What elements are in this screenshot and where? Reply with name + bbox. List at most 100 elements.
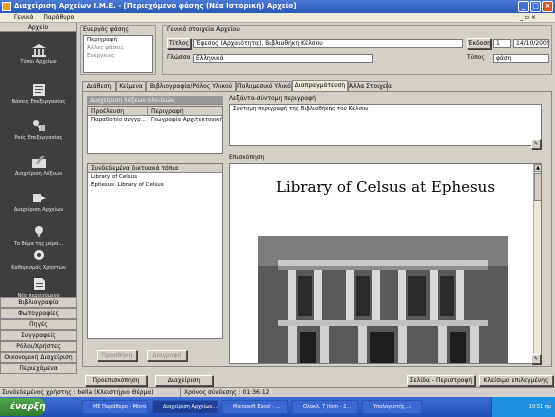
add-button[interactable]: Προσθήκη <box>97 350 137 361</box>
pen-book-icon <box>31 156 46 168</box>
taskbar-item[interactable]: Διαχείριση Αρχείων... <box>152 400 218 414</box>
start-button[interactable]: έναρξη <box>0 398 46 416</box>
tab-bibliography[interactable]: Βιβλιογραφία/Ρόλος Υλικού <box>146 81 236 91</box>
sidebar-button-photos[interactable]: Φωτογραφίες <box>0 308 77 319</box>
sidebar: Αρχείο Τύποι Αρχείων Βάσεις Επεξεργασίας… <box>0 23 77 374</box>
type-label: Τύπος <box>467 54 485 61</box>
column-header[interactable]: Προέλευση <box>88 107 148 116</box>
window-title: Διαχείριση Αρχείων I.M.E. - [Περιεχόμενο… <box>14 2 297 10</box>
general-info-header: Γενικά στοιχεία Αρχείου <box>167 26 240 33</box>
version-button[interactable]: Έκδοση <box>467 38 491 49</box>
date-field[interactable]: 14/10/2005 <box>513 39 549 48</box>
scroll-thumb[interactable] <box>534 173 541 201</box>
sidebar-button-bibliography[interactable]: Βιβλιογραφία <box>0 297 77 308</box>
preview-file-button[interactable]: Προεπισκόπηση Αρχείου <box>85 375 147 393</box>
clock[interactable]: 10:51 πμ <box>529 404 551 410</box>
menu-window[interactable]: Παράθυρο <box>43 14 74 21</box>
flow-icon <box>32 120 45 131</box>
maximize-button[interactable]: □ <box>530 1 541 12</box>
sidebar-item-word-management[interactable]: Διαχείριση Λέξεων <box>0 155 77 177</box>
taskbar-item[interactable]: Υπολογιστής...: <box>362 400 422 414</box>
sidebar-item-label: Καθορισμός Χρηστών <box>11 265 66 271</box>
table-cell: Παραδοτέο συγγρ... <box>91 117 146 123</box>
preview-title: Library of Celsus at Ephesus <box>275 178 496 196</box>
mdi-controls[interactable]: _ ▫ × <box>520 13 536 23</box>
taskbar: έναρξη ΜΕ Παράθυρο - Micro... Διαχείριση… <box>0 397 555 417</box>
page-rotate-button[interactable]: Σελίδα - Περιστροφή <box>407 375 475 386</box>
list-item[interactable]: Περιγραφή <box>84 36 152 44</box>
html-preview[interactable]: Library of Celsus at Ephesus ▲ <box>229 163 542 364</box>
sidebar-item-label: Διαχείριση Λέξεων <box>14 171 63 177</box>
title-field[interactable]: Έφεσος (Αρχαιότητα), Βιβλιοθήκη Κέλσου <box>193 39 463 48</box>
list-item[interactable]: Library of Celsus <box>88 173 222 181</box>
sidebar-button-contents[interactable]: Περιεχόμενα <box>0 363 77 374</box>
close-button[interactable]: × <box>542 1 553 12</box>
short-description-text: Σύντομη περιγραφή της Βιβλιοθήκης του Κέ… <box>233 106 369 112</box>
sidebar-item-processing-bases[interactable]: Βάσεις Επεξεργασίας <box>0 83 77 105</box>
sidebar-button-authors[interactable]: Συγγραφείς <box>0 330 77 341</box>
general-info-group: Γενικά στοιχεία Αρχείου Τίτλος Έφεσος (Α… <box>162 25 552 75</box>
description-label: Επισκόπηση <box>229 154 265 161</box>
tab-negotiation[interactable]: Διαπραγμάτευση <box>292 80 348 91</box>
phase-group: Ενεργός φάσης Περιγραφή Άλλες φάσεις Ενέ… <box>80 25 156 75</box>
tab-multimedia[interactable]: Πολυμεσικό Υλικό <box>236 81 292 91</box>
edit-icon[interactable]: ✎ <box>531 139 541 149</box>
delete-button[interactable]: Διαγραφή <box>147 350 187 361</box>
taskbar-item[interactable]: ΜΕ Παράθυρο - Micro... <box>82 400 148 414</box>
sidebar-button-sources[interactable]: Πηγές <box>0 319 77 330</box>
sidebar-button-financial[interactable]: Οικονομική Διαχείριση <box>0 352 77 363</box>
language-field[interactable]: Ελληνικά <box>193 54 373 63</box>
phase-list[interactable]: Περιγραφή Άλλες φάσεις Ενέργειες <box>83 35 153 73</box>
tab-panel: Διαχείριση λέξεων κλειδιών Προέλευση Περ… <box>82 91 552 367</box>
title-button[interactable]: Τίτλος <box>167 38 191 49</box>
tab-texts[interactable]: Κείμενα <box>116 81 146 91</box>
version-field[interactable]: 1 <box>493 39 511 48</box>
document-icon <box>33 278 45 290</box>
title-bar[interactable]: Διαχείριση Αρχείων I.M.E. - [Περιεχόμενο… <box>0 0 555 13</box>
related-sites-list[interactable]: Συνδεδεμένα δικτυακά τόπια Library of Ce… <box>87 163 223 339</box>
type-field[interactable]: φάση <box>493 54 549 63</box>
sidebar-item-label: Διαχείριση Αρχείων <box>13 207 64 213</box>
short-description-field[interactable]: Σύντομη περιγραφή της Βιβλιοθήκης του Κέ… <box>229 104 542 146</box>
menu-general[interactable]: Γενικά <box>14 14 33 21</box>
table-row[interactable]: Παραδοτέο συγγρ... Γεωγραφία Αρχιτεκτονι… <box>88 116 222 124</box>
column-header[interactable]: Περιγραφή <box>148 107 222 116</box>
pin-icon <box>34 226 43 238</box>
edit-description-icon[interactable]: ✎ <box>531 354 541 364</box>
sidebar-item-processing-flows[interactable]: Ροές Επεξεργασίας <box>0 119 77 141</box>
taskbar-item[interactable]: Ολοκλ. 7 (Iom - 2... <box>292 400 358 414</box>
bottom-toolbar: Προεπισκόπηση Αρχείου Διαχείριση Αρχείου… <box>77 373 555 393</box>
phase-label: Ενεργός φάσης <box>83 26 129 33</box>
sidebar-item-topic-of-day[interactable]: Το θέμα της μέρα... <box>0 225 77 247</box>
table-header: Προέλευση Περιγραφή <box>88 107 222 116</box>
sidebar-header: Αρχείο <box>0 23 76 32</box>
sidebar-button-roles-users[interactable]: Ρόλοι/Χρήστες <box>0 341 77 352</box>
taskbar-item[interactable]: Microsoft Excel - ... <box>222 400 288 414</box>
related-sites-header: Συνδεδεμένα δικτυακά τόπια <box>88 164 222 173</box>
keywords-header: Διαχείριση λέξεων κλειδιών <box>87 96 223 105</box>
list-item[interactable]: Ενέργειες <box>84 52 152 60</box>
keywords-table[interactable]: Προέλευση Περιγραφή Παραδοτέο συγγρ... Γ… <box>87 106 223 154</box>
list-item[interactable]: Ephesus: Library of Celsus <box>88 181 222 189</box>
manage-file-button[interactable]: Διαχείριση Αρχείου <box>155 375 213 393</box>
sidebar-item-archive-types[interactable]: Τύποι Αρχείων <box>0 43 77 65</box>
sidebar-item-user-settings[interactable]: Καθορισμός Χρηστών <box>0 249 77 271</box>
arrows-icon <box>32 194 46 202</box>
tab-other-data[interactable]: Άλλα Στοιχεία <box>348 81 392 91</box>
sidebar-item-file-management[interactable]: Διαχείριση Αρχείων <box>0 191 77 213</box>
marker-icon <box>33 250 44 260</box>
scroll-up-icon[interactable]: ▲ <box>534 164 541 172</box>
app-icon <box>2 2 11 11</box>
library-facade-image <box>258 236 508 363</box>
list-item[interactable]: Άλλες φάσεις <box>84 44 152 52</box>
minimize-button[interactable]: _ <box>518 1 529 12</box>
table-cell: Γεωγραφία Αρχιτεκτονική <box>151 117 222 123</box>
tab-disposition[interactable]: Διάθεση <box>82 81 116 91</box>
close-phase-button[interactable]: Κλείσιμο επιλεγμένης φάσης <box>479 375 553 393</box>
status-bar: Συνδεδεμένος χρήστης : bella (Κλειστήριο… <box>0 387 555 398</box>
vertical-scrollbar[interactable]: ▲ ▼ <box>533 164 541 363</box>
sidebar-item-label: Ροές Επεξεργασίας <box>14 135 63 141</box>
book-icon <box>32 84 45 96</box>
short-description-label: Λεξάντα-σύντομη περιγραφή <box>229 95 316 102</box>
sidebar-item-label: Το θέμα της μέρα... <box>13 241 64 247</box>
